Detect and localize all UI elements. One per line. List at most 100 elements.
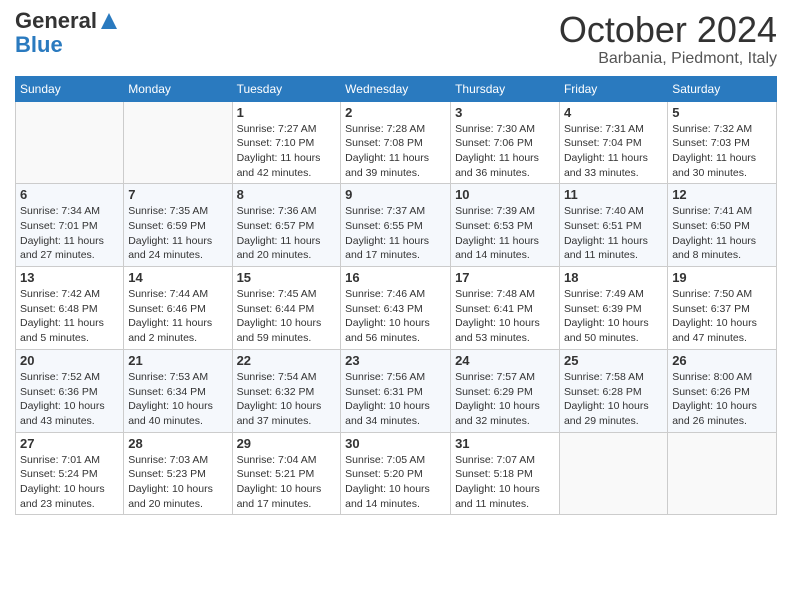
- day-number: 24: [455, 353, 555, 368]
- month-title: October 2024: [559, 10, 777, 50]
- day-number: 9: [345, 187, 446, 202]
- weekday-header: Wednesday: [341, 76, 451, 101]
- calendar-week-row: 27 Sunrise: 7:01 AMSunset: 5:24 PMDayligh…: [16, 432, 777, 515]
- day-number: 23: [345, 353, 446, 368]
- day-info: Sunrise: 7:53 AMSunset: 6:34 PMDaylight:…: [128, 370, 227, 429]
- calendar-cell: 27 Sunrise: 7:01 AMSunset: 5:24 PMDayligh…: [16, 432, 124, 515]
- day-number: 4: [564, 105, 663, 120]
- day-info: Sunrise: 7:36 AMSunset: 6:57 PMDaylight:…: [237, 204, 337, 263]
- calendar-cell: 31Sunrise: 7:07 AMSunset: 5:18 PMDayligh…: [451, 432, 560, 515]
- day-number: 3: [455, 105, 555, 120]
- day-number: 12: [672, 187, 772, 202]
- calendar-cell: 23Sunrise: 7:56 AMSunset: 6:31 PMDayligh…: [341, 349, 451, 432]
- day-number: 11: [564, 187, 663, 202]
- day-number: 16: [345, 270, 446, 285]
- day-number: 18: [564, 270, 663, 285]
- day-info: Sunrise: 8:00 AMSunset: 6:26 PMDaylight:…: [672, 370, 772, 429]
- calendar-cell: 2 Sunrise: 7:28 AMSunset: 7:08 PMDaylight…: [341, 101, 451, 184]
- logo-text: General: [15, 10, 97, 32]
- weekday-header: Friday: [559, 76, 667, 101]
- day-info: Sunrise: 7:48 AMSunset: 6:41 PMDaylight:…: [455, 287, 555, 346]
- day-number: 10: [455, 187, 555, 202]
- calendar-header-row: SundayMondayTuesdayWednesdayThursdayFrid…: [16, 76, 777, 101]
- day-number: 8: [237, 187, 337, 202]
- day-info: Sunrise: 7:27 AMSunset: 7:10 PMDaylight:…: [237, 122, 337, 181]
- day-info: Sunrise: 7:28 AMSunset: 7:08 PMDaylight:…: [345, 122, 446, 181]
- day-info: Sunrise: 7:07 AMSunset: 5:18 PMDaylight:…: [455, 453, 555, 512]
- calendar-week-row: 13Sunrise: 7:42 AMSunset: 6:48 PMDayligh…: [16, 267, 777, 350]
- day-number: 30: [345, 436, 446, 451]
- calendar-cell: 19 Sunrise: 7:50 AMSunset: 6:37 PMDayligh…: [668, 267, 777, 350]
- calendar-cell: 9Sunrise: 7:37 AMSunset: 6:55 PMDaylight…: [341, 184, 451, 267]
- calendar-cell: 24 Sunrise: 7:57 AMSunset: 6:29 PMDayligh…: [451, 349, 560, 432]
- calendar-cell: [16, 101, 124, 184]
- day-info: Sunrise: 7:05 AMSunset: 5:20 PMDaylight:…: [345, 453, 446, 512]
- day-info: Sunrise: 7:41 AMSunset: 6:50 PMDaylight:…: [672, 204, 772, 263]
- day-number: 27: [20, 436, 119, 451]
- weekday-header: Thursday: [451, 76, 560, 101]
- calendar-cell: 28 Sunrise: 7:03 AMSunset: 5:23 PMDayligh…: [124, 432, 232, 515]
- day-info: Sunrise: 7:54 AMSunset: 6:32 PMDaylight:…: [237, 370, 337, 429]
- logo-arrow-icon: [99, 11, 119, 31]
- calendar-cell: 16 Sunrise: 7:46 AMSunset: 6:43 PMDayligh…: [341, 267, 451, 350]
- day-number: 15: [237, 270, 337, 285]
- page-header: General Blue October 2024 Barbania, Pied…: [15, 10, 777, 68]
- day-info: Sunrise: 7:50 AMSunset: 6:37 PMDaylight:…: [672, 287, 772, 346]
- calendar-week-row: 6 Sunrise: 7:34 AMSunset: 7:01 PMDaylight…: [16, 184, 777, 267]
- calendar-cell: 15 Sunrise: 7:45 AMSunset: 6:44 PMDayligh…: [232, 267, 341, 350]
- weekday-header: Saturday: [668, 76, 777, 101]
- day-number: 28: [128, 436, 227, 451]
- location-title: Barbania, Piedmont, Italy: [559, 50, 777, 68]
- calendar-cell: 7 Sunrise: 7:35 AMSunset: 6:59 PMDaylight…: [124, 184, 232, 267]
- calendar-cell: 17 Sunrise: 7:48 AMSunset: 6:41 PMDayligh…: [451, 267, 560, 350]
- calendar-week-row: 1 Sunrise: 7:27 AMSunset: 7:10 PMDaylight…: [16, 101, 777, 184]
- day-number: 17: [455, 270, 555, 285]
- calendar-cell: 12 Sunrise: 7:41 AMSunset: 6:50 PMDayligh…: [668, 184, 777, 267]
- day-number: 2: [345, 105, 446, 120]
- calendar-cell: 13Sunrise: 7:42 AMSunset: 6:48 PMDayligh…: [16, 267, 124, 350]
- calendar-cell: 21Sunrise: 7:53 AMSunset: 6:34 PMDayligh…: [124, 349, 232, 432]
- day-number: 7: [128, 187, 227, 202]
- day-number: 22: [237, 353, 337, 368]
- day-number: 1: [237, 105, 337, 120]
- day-number: 6: [20, 187, 119, 202]
- day-info: Sunrise: 7:45 AMSunset: 6:44 PMDaylight:…: [237, 287, 337, 346]
- day-number: 29: [237, 436, 337, 451]
- day-info: Sunrise: 7:46 AMSunset: 6:43 PMDaylight:…: [345, 287, 446, 346]
- day-number: 19: [672, 270, 772, 285]
- weekday-header: Monday: [124, 76, 232, 101]
- title-block: October 2024 Barbania, Piedmont, Italy: [559, 10, 777, 68]
- day-number: 14: [128, 270, 227, 285]
- calendar-cell: 29 Sunrise: 7:04 AMSunset: 5:21 PMDayligh…: [232, 432, 341, 515]
- day-info: Sunrise: 7:42 AMSunset: 6:48 PMDaylight:…: [20, 287, 119, 346]
- day-info: Sunrise: 7:44 AMSunset: 6:46 PMDaylight:…: [128, 287, 227, 346]
- day-info: Sunrise: 7:03 AMSunset: 5:23 PMDaylight:…: [128, 453, 227, 512]
- day-info: Sunrise: 7:40 AMSunset: 6:51 PMDaylight:…: [564, 204, 663, 263]
- logo: General Blue: [15, 10, 119, 58]
- calendar-table: SundayMondayTuesdayWednesdayThursdayFrid…: [15, 76, 777, 516]
- day-info: Sunrise: 7:01 AMSunset: 5:24 PMDaylight:…: [20, 453, 119, 512]
- calendar-cell: 20Sunrise: 7:52 AMSunset: 6:36 PMDayligh…: [16, 349, 124, 432]
- day-info: Sunrise: 7:35 AMSunset: 6:59 PMDaylight:…: [128, 204, 227, 263]
- day-info: Sunrise: 7:34 AMSunset: 7:01 PMDaylight:…: [20, 204, 119, 263]
- weekday-header: Tuesday: [232, 76, 341, 101]
- calendar-cell: 1 Sunrise: 7:27 AMSunset: 7:10 PMDaylight…: [232, 101, 341, 184]
- day-info: Sunrise: 7:39 AMSunset: 6:53 PMDaylight:…: [455, 204, 555, 263]
- calendar-cell: 4Sunrise: 7:31 AMSunset: 7:04 PMDaylight…: [559, 101, 667, 184]
- day-number: 25: [564, 353, 663, 368]
- day-info: Sunrise: 7:04 AMSunset: 5:21 PMDaylight:…: [237, 453, 337, 512]
- calendar-cell: 22 Sunrise: 7:54 AMSunset: 6:32 PMDayligh…: [232, 349, 341, 432]
- day-info: Sunrise: 7:32 AMSunset: 7:03 PMDaylight:…: [672, 122, 772, 181]
- day-info: Sunrise: 7:30 AMSunset: 7:06 PMDaylight:…: [455, 122, 555, 181]
- calendar-cell: 14 Sunrise: 7:44 AMSunset: 6:46 PMDayligh…: [124, 267, 232, 350]
- logo-blue-text: Blue: [15, 32, 63, 57]
- day-number: 5: [672, 105, 772, 120]
- day-info: Sunrise: 7:57 AMSunset: 6:29 PMDaylight:…: [455, 370, 555, 429]
- day-number: 20: [20, 353, 119, 368]
- calendar-week-row: 20Sunrise: 7:52 AMSunset: 6:36 PMDayligh…: [16, 349, 777, 432]
- calendar-cell: 30 Sunrise: 7:05 AMSunset: 5:20 PMDayligh…: [341, 432, 451, 515]
- calendar-cell: 18Sunrise: 7:49 AMSunset: 6:39 PMDayligh…: [559, 267, 667, 350]
- calendar-cell: 10 Sunrise: 7:39 AMSunset: 6:53 PMDayligh…: [451, 184, 560, 267]
- calendar-cell: [559, 432, 667, 515]
- calendar-cell: 5 Sunrise: 7:32 AMSunset: 7:03 PMDaylight…: [668, 101, 777, 184]
